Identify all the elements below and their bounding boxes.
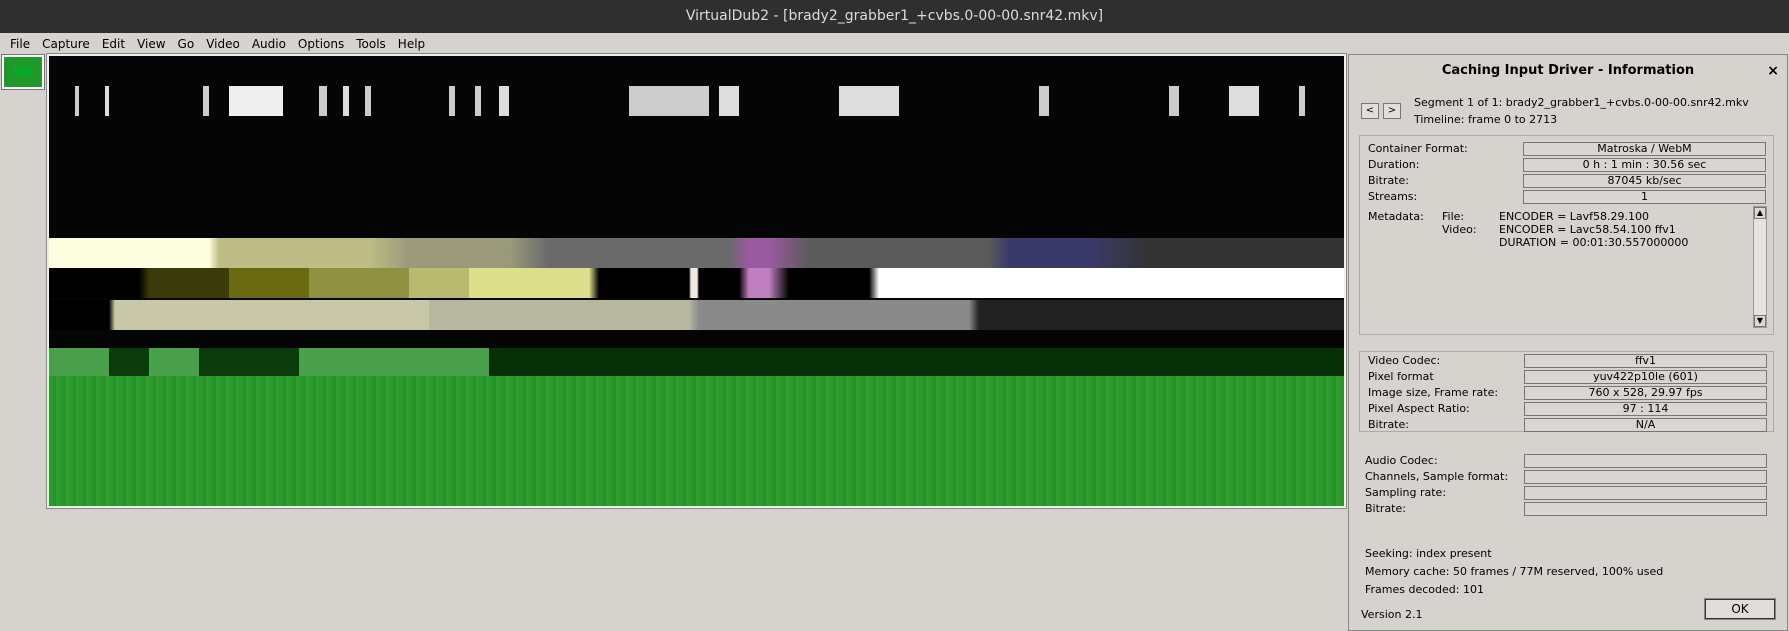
video-bitrate-value: N/A: [1524, 418, 1767, 432]
video-codec-value: ffv1: [1524, 354, 1767, 368]
audio-codec-value: [1524, 454, 1767, 468]
streams-value: 1: [1523, 190, 1766, 204]
channels-label: Channels, Sample format:: [1365, 470, 1509, 483]
menu-tools[interactable]: Tools: [350, 33, 392, 55]
metadata-video-line: ENCODER = Lavc58.54.100 ffv1: [1499, 223, 1676, 236]
image-size-label: Image size, Frame rate:: [1368, 386, 1499, 399]
video-group: Video Codec: ffv1 Pixel format yuv422p10…: [1359, 351, 1774, 432]
memory-cache-text: Memory cache: 50 frames / 77M reserved, …: [1365, 565, 1664, 578]
container-group: Container Format: Matroska / WebM Durati…: [1359, 135, 1774, 335]
menu-go[interactable]: Go: [172, 33, 201, 55]
metadata-file-value: ENCODER = Lavf58.29.100: [1499, 210, 1650, 223]
metadata-label: Metadata:: [1368, 210, 1424, 223]
container-format-label: Container Format:: [1368, 142, 1468, 155]
audio-codec-label: Audio Codec:: [1365, 454, 1438, 467]
close-icon[interactable]: ×: [1767, 63, 1779, 79]
menu-edit[interactable]: Edit: [96, 33, 131, 55]
menu-view[interactable]: View: [131, 33, 171, 55]
video-pane[interactable]: [46, 53, 1347, 509]
video-band: [49, 300, 1344, 330]
container-format-value: Matroska / WebM: [1523, 142, 1766, 156]
channels-value: [1524, 470, 1767, 484]
video-band: [49, 238, 1344, 268]
menu-options[interactable]: Options: [292, 33, 350, 55]
version-text: Version 2.1: [1361, 608, 1423, 621]
menu-file[interactable]: File: [4, 33, 36, 55]
menu-video[interactable]: Video: [200, 33, 246, 55]
duration-value: 0 h : 1 min : 30.56 sec: [1523, 158, 1766, 172]
metadata-video-label: Video:: [1442, 223, 1477, 236]
menu-help[interactable]: Help: [392, 33, 431, 55]
window-title: VirtualDub2 - [brady2_grabber1_+cvbs.0-0…: [0, 0, 1789, 33]
pixel-aspect-value: 97 : 114: [1524, 402, 1767, 416]
timeline-text: Timeline: frame 0 to 2713: [1414, 113, 1558, 126]
next-segment-button[interactable]: >: [1383, 103, 1401, 119]
frames-decoded-text: Frames decoded: 101: [1365, 583, 1484, 596]
segment-text: Segment 1 of 1: brady2_grabber1_+cvbs.0-…: [1414, 96, 1749, 109]
image-size-value: 760 x 528, 29.97 fps: [1524, 386, 1767, 400]
duration-label: Duration:: [1368, 158, 1420, 171]
pixel-format-value: yuv422p10le (601): [1524, 370, 1767, 384]
video-band: [49, 268, 1344, 298]
video-band: [49, 376, 1344, 506]
streams-label: Streams:: [1368, 190, 1418, 203]
scroll-up-icon[interactable]: ▲: [1754, 207, 1766, 219]
pixel-aspect-label: Pixel Aspect Ratio:: [1368, 402, 1470, 415]
metadata-video-line: DURATION = 00:01:30.557000000: [1499, 236, 1689, 249]
metadata-file-label: File:: [1442, 210, 1465, 223]
input-thumbnail[interactable]: [1, 54, 45, 90]
video-band: [49, 348, 1344, 376]
metadata-scrollbar[interactable]: ▲ ▼: [1753, 206, 1767, 328]
scroll-down-icon[interactable]: ▼: [1754, 315, 1766, 327]
container-bitrate-value: 87045 kb/sec: [1523, 174, 1766, 188]
sampling-rate-value: [1524, 486, 1767, 500]
dialog-title: Caching Input Driver - Information: [1441, 63, 1695, 78]
video-codec-label: Video Codec:: [1368, 354, 1441, 367]
video-band: [49, 86, 1344, 116]
menu-bar: File Capture Edit View Go Video Audio Op…: [0, 33, 1789, 55]
audio-bitrate-value: [1524, 502, 1767, 516]
video-band: [49, 146, 1344, 176]
menu-audio[interactable]: Audio: [246, 33, 292, 55]
menu-capture[interactable]: Capture: [36, 33, 96, 55]
pixel-format-label: Pixel format: [1368, 370, 1434, 383]
sampling-rate-label: Sampling rate:: [1365, 486, 1447, 499]
container-bitrate-label: Bitrate:: [1368, 174, 1409, 187]
seeking-text: Seeking: index present: [1365, 547, 1492, 560]
prev-segment-button[interactable]: <: [1361, 103, 1379, 119]
info-dialog: Caching Input Driver - Information × < >…: [1348, 54, 1788, 631]
audio-bitrate-label: Bitrate:: [1365, 502, 1406, 515]
ok-button[interactable]: OK: [1704, 598, 1776, 620]
video-bitrate-label: Bitrate:: [1368, 418, 1409, 431]
